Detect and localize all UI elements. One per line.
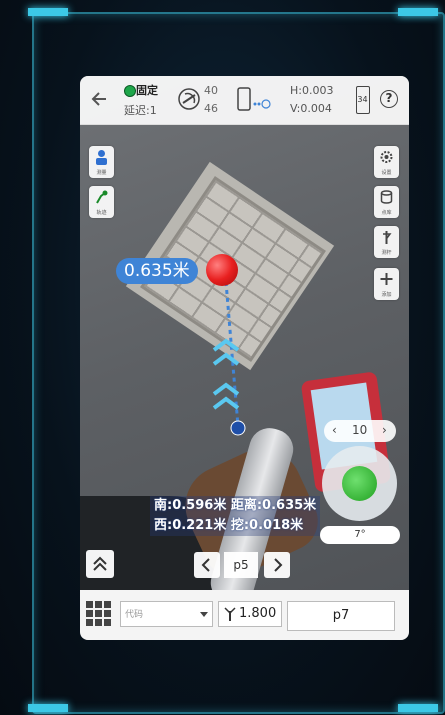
delay-label: 延迟:1: [124, 104, 157, 117]
distance-value: 距离:0.635米: [230, 498, 317, 513]
survey-tool-label: 测量: [96, 170, 107, 176]
step-decrease-icon[interactable]: ‹: [332, 423, 337, 437]
record-indicator-icon: [342, 466, 377, 501]
frame-corner: [28, 704, 68, 712]
chevron-up-icon: [212, 338, 240, 352]
app-screen: 0.635米 固定 延迟:1 40 46 H:0.003 V:0.004 34 …: [80, 76, 409, 640]
satellites-used: 40: [204, 84, 218, 97]
back-arrow-icon[interactable]: [90, 90, 108, 108]
pole-icon: [383, 231, 392, 244]
double-chevron-up-icon: [93, 556, 107, 571]
track-tool-label: 轨迹: [96, 210, 107, 216]
survey-tool-button[interactable]: 测量: [89, 146, 114, 178]
pole-height-value: 1.800: [239, 606, 277, 621]
database-icon: [380, 190, 393, 204]
code-select[interactable]: 代码: [120, 601, 213, 627]
next-point-button[interactable]: [264, 552, 290, 578]
fix-status-icon: [124, 85, 136, 97]
step-value: 10: [352, 423, 368, 437]
help-button[interactable]: ?: [380, 90, 398, 108]
frame-corner: [28, 8, 68, 16]
track-tool-button[interactable]: 轨迹: [89, 186, 114, 218]
previous-point-button[interactable]: [194, 552, 220, 578]
step-stepper[interactable]: ‹ 10 ›: [324, 420, 396, 442]
chevron-up-icon: [212, 396, 240, 410]
distance-badge: 0.635米: [116, 258, 198, 284]
point-library-label: 点库: [381, 210, 392, 216]
dig-value: 挖:0.018米: [230, 518, 304, 533]
current-point-name: p5: [224, 552, 258, 578]
chevron-right-icon: [274, 558, 283, 572]
chevron-left-icon: [201, 558, 210, 572]
add-label: 添加: [381, 292, 392, 298]
pole-height-button[interactable]: 1.800: [218, 601, 282, 627]
person-icon: [96, 150, 107, 165]
fix-status-label: 固定: [136, 84, 158, 97]
settings-button[interactable]: 设置: [374, 146, 399, 178]
step-increase-icon[interactable]: ›: [382, 423, 387, 437]
chevron-up-icon: [212, 382, 240, 396]
device-link-icon: [237, 87, 271, 111]
antenna-icon: [224, 607, 236, 621]
battery-icon: 34: [356, 86, 370, 114]
pole-button[interactable]: 测杆: [374, 226, 399, 258]
status-bar: 固定 延迟:1 40 46 H:0.003 V:0.004 34 ?: [80, 76, 409, 125]
v-precision: V:0.004: [290, 102, 332, 115]
point-name-field[interactable]: p7: [287, 601, 395, 631]
target-marker: [206, 254, 238, 286]
gear-icon: [380, 151, 393, 163]
record-point-button[interactable]: [322, 446, 397, 521]
dropdown-arrow-icon: [200, 612, 208, 617]
point-library-button[interactable]: 点库: [374, 186, 399, 218]
tilt-angle: 7°: [320, 526, 400, 544]
battery-level: 34: [357, 95, 368, 104]
chevron-up-icon: [212, 352, 240, 366]
south-offset: 南:0.596米: [154, 498, 227, 513]
pole-label: 测杆: [381, 250, 392, 256]
settings-label: 设置: [381, 170, 392, 176]
frame-corner: [398, 8, 438, 16]
plus-icon: [380, 273, 393, 285]
satellites-total: 46: [204, 102, 218, 115]
code-placeholder: 代码: [125, 610, 144, 620]
stakeout-info: 南:0.596米 距离:0.635米 西:0.221米 挖:0.018米: [150, 496, 321, 536]
collapse-button[interactable]: [86, 550, 114, 578]
grid-menu-icon[interactable]: [86, 601, 112, 627]
bottom-toolbar: 代码 1.800 p7: [80, 590, 409, 640]
west-offset: 西:0.221米: [154, 518, 227, 533]
satellite-icon: [178, 88, 200, 110]
h-precision: H:0.003: [290, 84, 334, 97]
add-button[interactable]: 添加: [374, 268, 399, 300]
route-icon: [96, 190, 108, 204]
frame-corner: [398, 704, 438, 712]
